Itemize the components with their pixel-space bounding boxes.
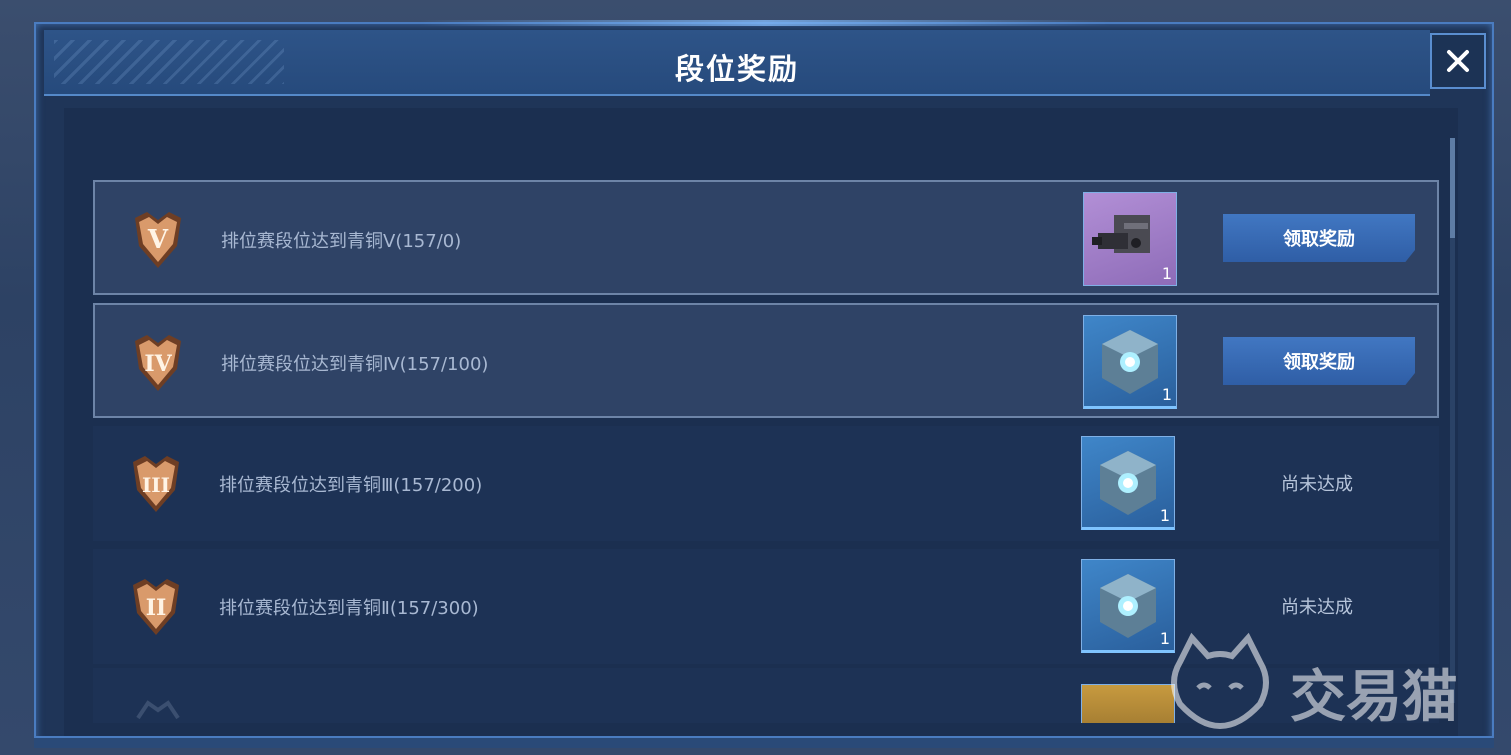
bronze-rank-badge-icon: II xyxy=(133,579,179,635)
dialog-frame-bottom xyxy=(34,736,1494,748)
reward-requirement: 排位赛段位达到青铜Ⅳ(157/100) xyxy=(221,354,489,375)
reward-row: III 排位赛段位达到青铜Ⅲ(157/200) 1 尚未达成 xyxy=(93,426,1439,541)
close-button[interactable] xyxy=(1430,33,1486,89)
reward-requirement: 排位赛段位达到青铜Ⅴ(157/0) xyxy=(221,231,462,252)
svg-text:V: V xyxy=(147,225,169,255)
reward-item-slot[interactable]: 1 xyxy=(1083,315,1177,409)
svg-text:IV: IV xyxy=(144,351,172,377)
reward-status: 尚未达成 xyxy=(1281,597,1353,618)
reward-row: V 排位赛段位达到青铜Ⅴ(157/0) 1 领取奖励 xyxy=(93,180,1439,295)
close-icon xyxy=(1447,50,1469,72)
bronze-rank-badge-icon: IV xyxy=(135,335,181,391)
frame-glow xyxy=(420,20,1110,26)
reward-requirement: 排位赛段位达到青铜Ⅱ(157/300) xyxy=(219,598,479,619)
dialog-title: 段位奖励 xyxy=(674,52,799,86)
reward-item-slot[interactable]: 1 xyxy=(1081,436,1175,530)
item-quantity: 1 xyxy=(1161,385,1172,404)
reward-requirement: 排位赛段位达到青铜Ⅲ(157/200) xyxy=(219,475,483,496)
claim-reward-button[interactable]: 领取奖励 xyxy=(1223,337,1415,385)
reward-row: IV 排位赛段位达到青铜Ⅳ(157/100) 1 领取奖励 xyxy=(93,303,1439,418)
item-quantity: 1 xyxy=(1161,264,1172,283)
rank-badge-icon xyxy=(136,700,180,720)
watermark: 交易猫 xyxy=(1160,632,1500,732)
cat-logo-icon xyxy=(1171,632,1269,730)
dialog-header: 段位奖励 xyxy=(44,30,1430,96)
svg-text:III: III xyxy=(142,473,170,497)
claim-reward-button[interactable]: 领取奖励 xyxy=(1223,214,1415,262)
bronze-rank-badge-icon: III xyxy=(133,456,179,512)
svg-text:II: II xyxy=(146,595,167,621)
reward-item-slot[interactable]: 1 xyxy=(1083,192,1177,286)
scrollbar-thumb[interactable] xyxy=(1450,138,1455,238)
bronze-rank-badge-icon: V xyxy=(135,212,181,268)
reward-status: 尚未达成 xyxy=(1281,474,1353,495)
watermark-text: 交易猫 xyxy=(1290,665,1458,730)
item-quantity: 1 xyxy=(1159,506,1170,525)
